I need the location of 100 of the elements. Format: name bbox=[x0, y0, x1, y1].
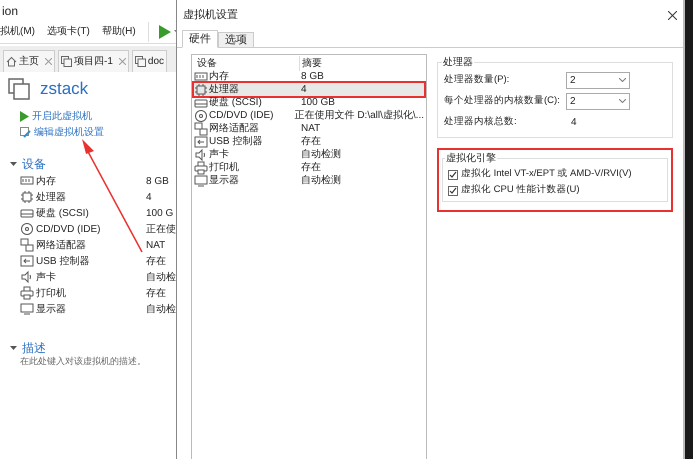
home-icon bbox=[6, 56, 17, 67]
select-field[interactable]: 2 bbox=[566, 92, 630, 110]
device-name: 内存 bbox=[209, 70, 229, 84]
printer-icon bbox=[194, 160, 208, 174]
device-row[interactable]: 显示器 自动检测 bbox=[194, 174, 424, 187]
menu-item[interactable]: 选项卡(T) bbox=[47, 24, 90, 39]
disc-icon bbox=[20, 222, 34, 236]
device-name: CD/DVD (IDE) bbox=[209, 109, 274, 122]
usb-icon bbox=[194, 134, 208, 148]
menu-item[interactable]: 拟机(M) bbox=[0, 24, 35, 39]
device-value: 存在 bbox=[146, 254, 166, 268]
collapse-caret-icon[interactable] bbox=[10, 346, 17, 350]
field-value: 4 bbox=[570, 116, 577, 130]
description-field[interactable]: 在此处键入对该虚拟机的描述。 bbox=[18, 355, 168, 368]
device-name: 声卡 bbox=[36, 270, 56, 284]
tab-label: 主页 bbox=[19, 54, 39, 69]
checkbox-option[interactable]: 虚拟化 CPU 性能计数器(U) bbox=[448, 184, 667, 197]
chip-icon bbox=[194, 82, 208, 96]
close-icon[interactable] bbox=[668, 10, 677, 20]
network-icon bbox=[194, 122, 208, 136]
checkbox-option[interactable]: 虚拟化 Intel VT-x/EPT 或 AMD-V/RVI(V) bbox=[448, 168, 667, 181]
device-name: 硬盘 (SCSI) bbox=[209, 96, 262, 110]
device-summary: 自动检测 bbox=[300, 174, 341, 188]
disc-icon bbox=[194, 108, 208, 122]
action-link[interactable]: 编辑虚拟机设置 bbox=[34, 125, 104, 140]
device-name: 显示器 bbox=[36, 302, 66, 316]
tab[interactable]: 硬件 bbox=[182, 30, 218, 48]
speaker-icon bbox=[194, 148, 208, 162]
window-title: ion bbox=[1, 3, 20, 20]
device-row[interactable]: 网络适配器 NAT bbox=[194, 122, 424, 135]
device-name: 打印机 bbox=[209, 160, 239, 175]
vm-icon bbox=[61, 56, 72, 67]
menu-item[interactable]: 帮助(H) bbox=[102, 24, 136, 39]
network-icon bbox=[20, 238, 34, 252]
device-row[interactable]: 打印机 存在 bbox=[194, 161, 424, 174]
section-heading: 设备 bbox=[22, 156, 46, 173]
vm-icon bbox=[8, 78, 30, 100]
vm-icon bbox=[134, 56, 146, 67]
device-summary: 存在 bbox=[300, 161, 321, 175]
field-label: 每个处理器的内核数量(C): bbox=[444, 94, 561, 108]
device-value: 自动检 bbox=[146, 270, 176, 284]
column-header: 设备 bbox=[196, 56, 218, 70]
device-value: 自动检 bbox=[146, 302, 176, 316]
vm-name: zstack bbox=[40, 78, 88, 100]
device-name: 网络适配器 bbox=[209, 122, 259, 136]
checkbox[interactable] bbox=[448, 170, 458, 180]
usb-icon bbox=[20, 254, 34, 268]
device-name: 声卡 bbox=[209, 148, 229, 162]
monitor-icon bbox=[194, 174, 208, 188]
field-label: 处理器内核总数: bbox=[444, 114, 518, 129]
device-value: 4 bbox=[146, 190, 152, 204]
dialog-title: 虚拟机设置 bbox=[183, 8, 238, 23]
device-name: 处理器 bbox=[36, 190, 66, 204]
device-value: NAT bbox=[146, 238, 166, 252]
device-name: 显示器 bbox=[209, 174, 239, 188]
dropdown-caret-icon bbox=[619, 99, 626, 103]
select-field[interactable]: 2 bbox=[566, 72, 630, 88]
device-name: USB 控制器 bbox=[36, 254, 90, 268]
device-summary: 8 GB bbox=[300, 70, 324, 84]
checkbox[interactable] bbox=[448, 186, 458, 196]
device-summary: 存在 bbox=[300, 135, 321, 149]
section-heading: 描述 bbox=[22, 340, 46, 356]
device-name: 内存 bbox=[36, 174, 56, 188]
monitor-icon bbox=[20, 302, 34, 316]
tab[interactable]: doc bbox=[132, 50, 168, 72]
device-summary: 正在使用文件 D:\all\虚拟化\... bbox=[294, 108, 424, 123]
tab-label: doc bbox=[148, 55, 164, 69]
edit-icon[interactable] bbox=[20, 127, 31, 138]
device-summary: 自动检测 bbox=[300, 148, 341, 162]
device-name: USB 控制器 bbox=[209, 134, 262, 148]
device-value: 存在 bbox=[146, 286, 166, 300]
device-row[interactable]: CD/DVD (IDE) 正在使用文件 D:\all\虚拟化\... bbox=[194, 109, 424, 122]
tab[interactable]: 选项 bbox=[218, 32, 254, 47]
device-row[interactable]: 内存 8 GB bbox=[194, 70, 424, 83]
printer-icon bbox=[20, 286, 34, 300]
device-row[interactable]: 硬盘 (SCSI) 100 GB bbox=[194, 96, 424, 109]
speaker-icon bbox=[20, 270, 34, 284]
tab[interactable]: 主页 bbox=[3, 50, 55, 72]
device-name: CD/DVD (IDE) bbox=[36, 222, 100, 236]
field-label: 处理器数量(P): bbox=[444, 72, 510, 87]
action-link[interactable]: 开启此虚拟机 bbox=[32, 109, 92, 124]
device-name: 硬盘 (SCSI) bbox=[36, 206, 89, 220]
device-row[interactable]: 声卡 自动检测 bbox=[194, 148, 424, 161]
device-row[interactable]: USB 控制器 存在 bbox=[194, 135, 424, 148]
device-value: 8 GB bbox=[146, 174, 169, 188]
tab-label: 项目四-1 bbox=[74, 55, 113, 69]
dropdown-caret-icon bbox=[619, 78, 626, 82]
device-summary: NAT bbox=[300, 122, 320, 136]
chip-icon bbox=[20, 190, 34, 204]
tab[interactable]: 项目四-1 bbox=[58, 50, 129, 72]
device-name: 打印机 bbox=[36, 286, 66, 300]
device-row[interactable]: 处理器 4 bbox=[194, 83, 424, 96]
column-header: 摘要 bbox=[299, 56, 322, 70]
collapse-caret-icon[interactable] bbox=[10, 162, 17, 166]
device-name: 处理器 bbox=[209, 82, 239, 97]
play-icon[interactable] bbox=[20, 111, 29, 122]
play-icon[interactable] bbox=[158, 24, 171, 38]
device-summary: 4 bbox=[300, 83, 307, 97]
device-value: 正在使 bbox=[146, 222, 176, 236]
device-value: 100 G bbox=[146, 206, 174, 220]
